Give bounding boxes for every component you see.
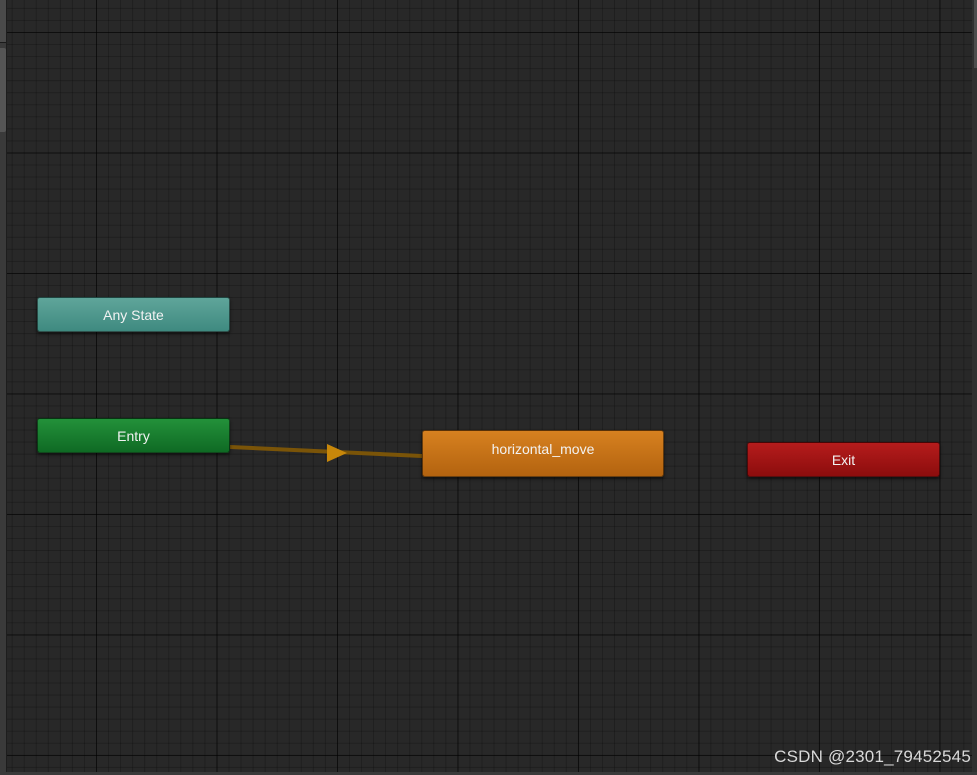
entry-label: Entry [117,427,150,444]
default-state-label: horizontal_move [491,441,595,457]
exit-node[interactable]: Exit [747,442,940,477]
right-panel-edge [972,0,977,775]
any-state-node[interactable]: Any State [37,297,230,332]
left-panel-scrollbar[interactable] [0,48,6,132]
exit-label: Exit [831,451,856,468]
default-state-node[interactable]: horizontal_move [422,430,664,477]
any-state-label: Any State [103,306,164,323]
watermark-text: CSDN @2301_79452545 [774,747,971,766]
entry-node[interactable]: Entry [37,418,230,453]
animator-window: Any State Entry horizontal_move Exit CSD… [0,0,977,775]
left-panel-tab[interactable] [0,0,6,43]
animator-graph-canvas[interactable] [7,0,972,772]
